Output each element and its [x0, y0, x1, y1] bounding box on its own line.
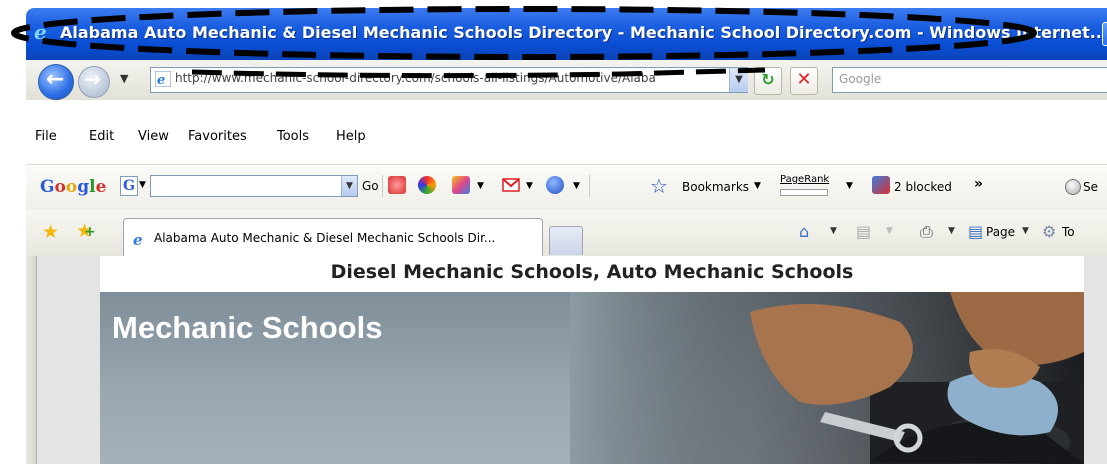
address-url[interactable]: http://www.mechanic-school-directory.com… — [175, 71, 715, 85]
google-logo[interactable]: Google — [40, 177, 106, 197]
page-dropdown-icon[interactable]: ▼ — [1022, 226, 1029, 236]
toolbar-more-chevron-icon[interactable]: » — [974, 176, 983, 192]
home-icon[interactable]: ⌂ — [799, 222, 809, 241]
forward-button[interactable] — [78, 66, 110, 98]
tab-label: Alabama Auto Mechanic & Diesel Mechanic … — [154, 231, 496, 245]
window-title-bar[interactable]: e Alabama Auto Mechanic & Diesel Mechani… — [26, 8, 1107, 60]
bookmarks-dropdown-icon[interactable]: ▼ — [754, 181, 761, 191]
minimize-button[interactable] — [1102, 22, 1107, 46]
feeds-dropdown-icon[interactable]: ▼ — [886, 226, 893, 236]
print-dropdown-icon[interactable]: ▼ — [948, 226, 955, 236]
pagerank-label[interactable]: PageRank — [780, 174, 829, 185]
settings-label[interactable]: Se — [1083, 180, 1098, 194]
window-title: Alabama Auto Mechanic & Diesel Mechanic … — [60, 23, 1107, 42]
search-placeholder: Google — [839, 72, 882, 86]
toolbar-separator — [589, 175, 590, 197]
pagerank-bar — [780, 189, 828, 196]
page-icon[interactable]: ▤ — [968, 222, 983, 241]
bookmark-star-icon: ☆ — [650, 174, 668, 198]
bookmarks-button[interactable]: Bookmarks — [682, 180, 749, 194]
menu-edit[interactable]: Edit — [89, 129, 114, 144]
window-left-border — [26, 256, 37, 464]
ie-page-icon: e — [133, 231, 143, 247]
google-go-button[interactable]: Go — [362, 179, 379, 193]
svg-text:e: e — [133, 231, 143, 247]
page-menu-button[interactable]: Page — [986, 225, 1015, 239]
menu-bar: File Edit View Favorites Tools Help — [26, 100, 1107, 164]
refresh-button[interactable]: ↻ — [754, 67, 782, 95]
tab-bar: ★ ★ e Alabama Auto Mechanic & Diesel Mec… — [26, 210, 1107, 257]
pagerank-dropdown-icon[interactable]: ▼ — [846, 181, 853, 191]
google-menu-button[interactable]: G — [120, 176, 138, 196]
print-icon[interactable]: ⎙ — [920, 222, 933, 242]
ie-page-icon: e — [155, 71, 171, 87]
toolbar-separator — [382, 175, 383, 197]
address-bar[interactable]: e http://www.mechanic-school-directory.c… — [150, 67, 748, 93]
news-icon[interactable] — [388, 176, 406, 194]
search-input[interactable]: Google — [832, 67, 1107, 93]
picasa-icon[interactable] — [418, 176, 436, 194]
popup-blocker-icon[interactable] — [872, 176, 890, 194]
menu-view[interactable]: View — [138, 129, 169, 144]
menu-favorites[interactable]: Favorites — [188, 129, 247, 144]
page-header: Diesel Mechanic Schools, Auto Mechanic S… — [100, 256, 1084, 292]
stop-button[interactable]: ✕ — [790, 67, 818, 95]
apps-dropdown-icon[interactable]: ▼ — [477, 181, 484, 191]
address-dropdown-icon[interactable]: ▼ — [729, 68, 748, 92]
favorites-center-icon[interactable]: ★ — [42, 221, 59, 243]
hero-title: Mechanic Schools — [112, 310, 383, 345]
google-toolbar: Google G ▼ ▼ Go ▼ ▼ ▼ ☆ Bookmarks ▼ Page… — [26, 164, 1107, 211]
dell-dropdown-icon[interactable]: ▼ — [573, 181, 580, 191]
tools-menu-button[interactable]: To — [1062, 225, 1075, 239]
back-button[interactable] — [38, 64, 74, 100]
menu-file[interactable]: File — [35, 129, 57, 144]
svg-text:e: e — [34, 22, 47, 42]
google-search-dropdown-icon[interactable]: ▼ — [341, 176, 357, 196]
dell-icon[interactable] — [546, 176, 564, 194]
gmail-icon[interactable] — [502, 176, 520, 194]
hero-banner: Mechanic Schools — [100, 292, 1084, 464]
recent-pages-dropdown-icon[interactable]: ▼ — [120, 72, 128, 85]
mechanic-photo — [570, 292, 1084, 464]
menu-tools[interactable]: Tools — [277, 129, 309, 144]
tools-gear-icon[interactable]: ⚙ — [1042, 222, 1056, 241]
new-tab-button[interactable] — [549, 226, 583, 255]
popup-blocked-count[interactable]: 2 blocked — [894, 180, 952, 194]
google-search-input[interactable]: ▼ — [150, 175, 358, 197]
apps-icon[interactable] — [452, 176, 470, 194]
settings-radio-icon[interactable] — [1065, 179, 1081, 195]
add-to-favorites-icon[interactable]: ★ — [76, 220, 96, 242]
menu-help[interactable]: Help — [336, 129, 366, 144]
svg-text:e: e — [157, 73, 165, 87]
google-menu-dropdown-icon[interactable]: ▼ — [139, 180, 146, 190]
navigation-bar: ▼ e http://www.mechanic-school-directory… — [26, 60, 1107, 101]
page-heading: Diesel Mechanic Schools, Auto Mechanic S… — [330, 261, 854, 283]
ie-logo-icon: e — [34, 22, 47, 42]
tab-active[interactable]: e Alabama Auto Mechanic & Diesel Mechani… — [123, 218, 543, 257]
feeds-icon[interactable]: ▤ — [856, 222, 871, 241]
gmail-dropdown-icon[interactable]: ▼ — [526, 181, 533, 191]
home-dropdown-icon[interactable]: ▼ — [830, 226, 837, 236]
